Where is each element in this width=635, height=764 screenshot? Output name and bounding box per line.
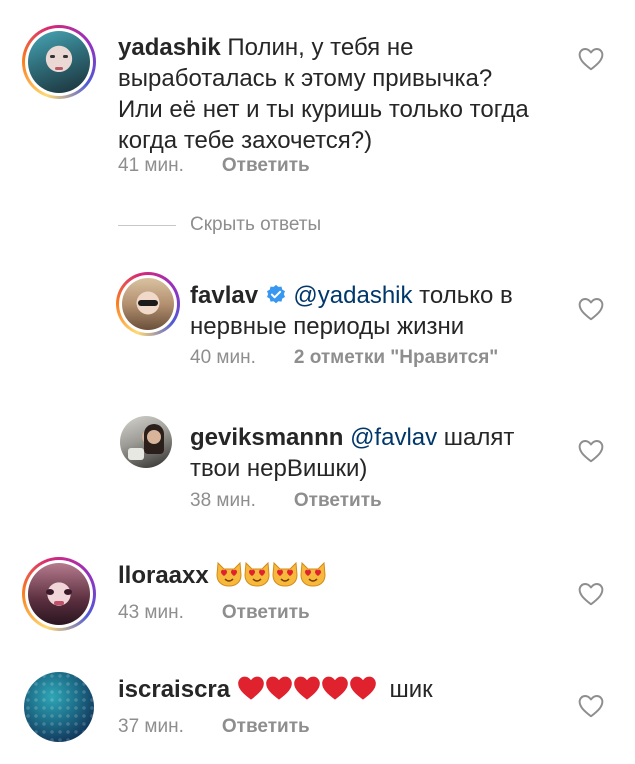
username[interactable]: geviksmannn [190,424,343,451]
comment-text: lloraaxx [118,560,538,591]
hide-replies-toggle[interactable]: Скрыть ответы [118,214,321,236]
avatar [28,563,90,625]
like-heart-icon[interactable] [578,47,604,71]
timestamp: 37 мин. [118,716,184,737]
comment-meta: 37 мин. Ответить [118,716,310,738]
hide-replies-label[interactable]: Скрыть ответы [190,214,321,236]
avatar [28,31,90,93]
heart-eyes-cat-icon [271,561,299,587]
mention-link[interactable]: @yadashik [293,282,412,309]
comment-text: iscraiscra шик [118,674,538,705]
comment-text: yadashik Полин, у тебя не выработалась к… [118,32,538,156]
like-heart-icon[interactable] [578,694,604,718]
comment-meta: 38 мин. Ответить [190,490,382,512]
red-heart-icon [265,675,293,701]
comment-meta: 41 мин. Ответить [118,155,310,177]
username[interactable]: favlav [190,282,258,309]
avatar-story-ring[interactable] [22,557,96,631]
heart-eyes-cat-icon [215,561,243,587]
divider-line [118,224,176,226]
comment-text: favlav @yadashik только в нервные период… [190,280,560,342]
reply-button[interactable]: Ответить [294,490,382,512]
mention-link[interactable]: @favlav [350,424,437,451]
heart-eyes-cat-icon [243,561,271,587]
avatar[interactable] [24,672,94,742]
like-heart-icon[interactable] [578,439,604,463]
reply-button[interactable]: Ответить [222,602,310,624]
username[interactable]: iscraiscra [118,676,230,703]
red-heart-icon [349,675,377,701]
avatar [122,278,174,330]
comment-text: geviksmannn @favlav шалят твои нерВишки) [190,422,560,484]
avatar-story-ring[interactable] [116,272,180,336]
timestamp: 40 мин. [190,347,256,368]
comment-body: шик [389,676,433,703]
like-heart-icon[interactable] [578,297,604,321]
comment-meta: 43 мин. Ответить [118,602,310,624]
username[interactable]: yadashik [118,34,221,61]
timestamp: 41 мин. [118,155,184,176]
emoji-group [237,676,384,703]
verified-badge-icon [266,284,285,304]
red-heart-icon [321,675,349,701]
red-heart-icon [237,675,265,701]
emoji-group [215,562,327,589]
reply-button[interactable]: Ответить [222,716,310,738]
comment-meta: 40 мин. 2 отметки "Нравится" [190,347,498,369]
avatar-story-ring[interactable] [22,25,96,99]
heart-eyes-cat-icon [299,561,327,587]
likes-count-link[interactable]: 2 отметки "Нравится" [294,347,498,369]
red-heart-icon [293,675,321,701]
timestamp: 43 мин. [118,602,184,623]
avatar[interactable] [120,416,172,468]
timestamp: 38 мин. [190,490,256,511]
reply-button[interactable]: Ответить [222,155,310,177]
username[interactable]: lloraaxx [118,562,209,589]
like-heart-icon[interactable] [578,582,604,606]
